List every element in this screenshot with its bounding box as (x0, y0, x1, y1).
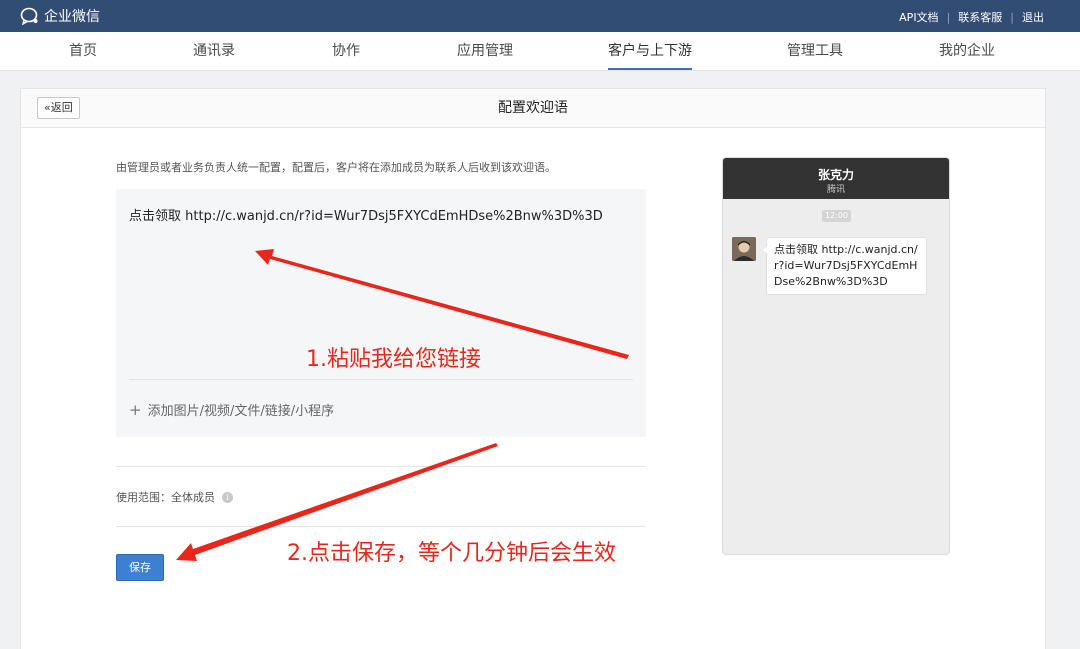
app-title: 企业微信 (44, 9, 100, 25)
plus-icon: + (129, 401, 142, 419)
link-separator: | (946, 10, 951, 24)
contact-org: 腾讯 (826, 185, 845, 195)
chat-timestamp: 12:00 (822, 210, 852, 222)
editor-divider (129, 379, 633, 380)
double-chevron-left-icon: « (44, 101, 51, 114)
back-button[interactable]: «返回 (37, 97, 80, 119)
section-divider (116, 466, 646, 467)
app-logo[interactable]: 企业微信 (20, 6, 100, 26)
link-separator: | (1010, 10, 1014, 24)
chat-header: 张克力 腾讯 (723, 158, 949, 199)
top-links: API文档 | 联系客服 | 退出 (899, 9, 1044, 25)
usage-scope: 使用范围： 全体成员 i (116, 489, 233, 505)
contact-support-link[interactable]: 联系客服 (958, 9, 1002, 25)
nav-app-management[interactable]: 应用管理 (457, 32, 513, 70)
page-title: 配置欢迎语 (498, 100, 568, 116)
avatar (732, 237, 756, 261)
nav-my-enterprise[interactable]: 我的企业 (939, 32, 995, 70)
add-attachment-label: 添加图片/视频/文件/链接/小程序 (147, 404, 335, 419)
config-description: 由管理员或者业务负责人统一配置，配置后，客户将在添加成员为联系人后收到该欢迎语。 (116, 161, 556, 174)
top-bar: 企业微信 API文档 | 联系客服 | 退出 (0, 0, 1080, 32)
nav-contacts[interactable]: 通讯录 (193, 32, 235, 70)
scope-value[interactable]: 全体成员 (171, 489, 215, 505)
contact-name: 张克力 (817, 168, 854, 182)
logout-link[interactable]: 退出 (1022, 9, 1044, 25)
annotation-step1: 1.粘贴我给您链接 (306, 347, 481, 372)
api-docs-link[interactable]: API文档 (899, 9, 938, 25)
scope-label: 使用范围： (116, 491, 171, 504)
add-attachment-button[interactable]: + 添加图片/视频/文件/链接/小程序 (129, 400, 334, 419)
section-divider (116, 526, 646, 527)
annotation-step2: 2.点击保存，等个几分钟后会生效 (287, 541, 616, 566)
nav-customers[interactable]: 客户与上下游 (608, 32, 692, 70)
welcome-message-editor[interactable]: 点击领取 http://c.wanjd.cn/r?id=Wur7Dsj5FXYC… (116, 189, 646, 437)
nav-management-tools[interactable]: 管理工具 (787, 32, 843, 70)
panel-header: 配置欢迎语 «返回 (21, 89, 1045, 128)
info-icon[interactable]: i (222, 491, 233, 503)
preview-message-bubble: 点击领取 http://c.wanjd.cn/r?id=Wur7Dsj5FXYC… (761, 237, 927, 295)
main-nav: 首页 通讯录 协作 应用管理 客户与上下游 管理工具 我的企业 (0, 32, 1080, 71)
wecom-logo-icon (20, 7, 38, 25)
message-preview-phone: 张克力 腾讯 12:00 点击领取 http://c.wanjd.cn/r?id… (722, 157, 950, 555)
back-button-label: 返回 (50, 101, 73, 114)
welcome-message-text[interactable]: 点击领取 http://c.wanjd.cn/r?id=Wur7Dsj5FXYC… (129, 205, 603, 224)
nav-collaboration[interactable]: 协作 (332, 32, 360, 70)
save-button[interactable]: 保存 (116, 554, 164, 581)
nav-home[interactable]: 首页 (69, 32, 97, 70)
